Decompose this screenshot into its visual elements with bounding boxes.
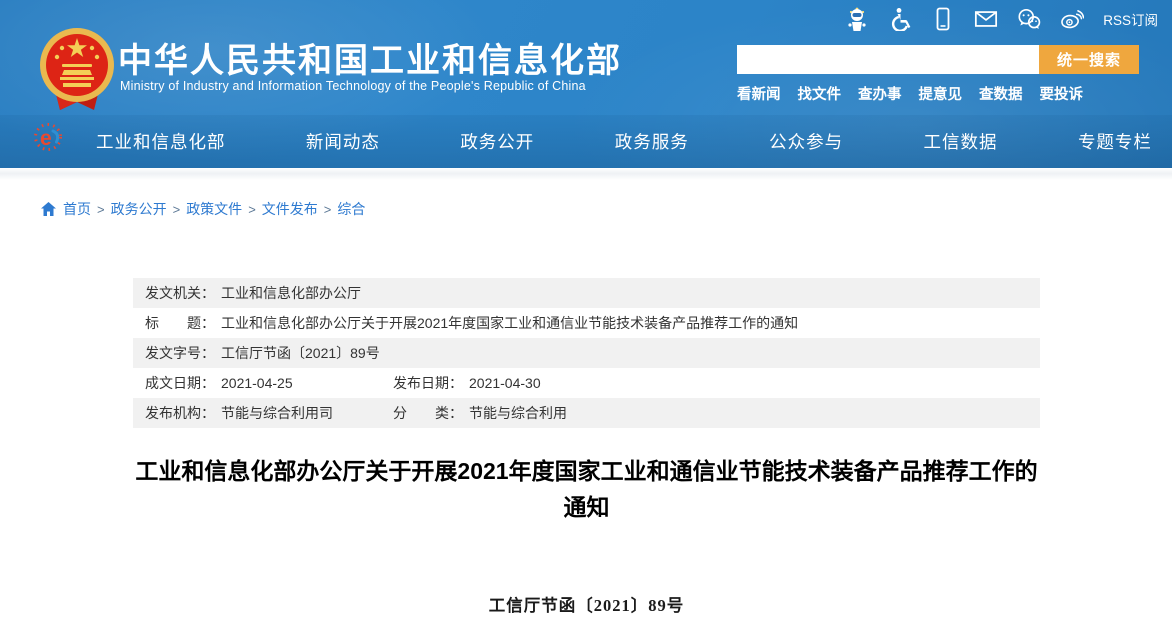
accessibility-icon[interactable] xyxy=(888,7,912,31)
search-input[interactable] xyxy=(737,45,1039,74)
home-icon xyxy=(41,202,56,216)
breadcrumb-gov-affairs[interactable]: 政务公开 xyxy=(111,199,167,219)
breadcrumb-general[interactable]: 综合 xyxy=(337,199,365,219)
gov-e-logo-icon: e xyxy=(32,121,65,154)
meta-row-doc-number: 发文字号： 工信厅节函〔2021〕89号 xyxy=(133,338,1040,368)
wechat-icon[interactable] xyxy=(1017,7,1041,31)
nav-item-miit[interactable]: 工业和信息化部 xyxy=(96,129,226,154)
mobile-icon[interactable] xyxy=(931,7,955,31)
mail-icon[interactable] xyxy=(974,7,998,31)
national-emblem-icon xyxy=(38,26,116,114)
quick-link-news[interactable]: 看新闻 xyxy=(737,83,781,104)
breadcrumb-file-release[interactable]: 文件发布 xyxy=(262,199,318,219)
meta-row-publisher: 发布机构： 节能与综合利用司 分 类： 节能与综合利用 xyxy=(133,398,1040,428)
site-subtitle: Ministry of Industry and Information Tec… xyxy=(120,79,586,93)
meta-row-title: 标 题： 工业和信息化部办公厅关于开展2021年度国家工业和通信业节能技术装备产品… xyxy=(133,308,1040,338)
breadcrumb-separator: > xyxy=(172,201,181,217)
breadcrumb-separator: > xyxy=(323,201,332,217)
meta-row-dates: 成文日期： 2021-04-25 发布日期： 2021-04-30 xyxy=(133,368,1040,398)
breadcrumb-separator: > xyxy=(248,201,256,217)
nav-item-gov-services[interactable]: 政务服务 xyxy=(615,129,689,154)
page: 中华人民共和国工业和信息化部 Ministry of Industry and … xyxy=(0,0,1172,630)
nav-item-participation[interactable]: 公众参与 xyxy=(769,129,843,154)
meta-value: 2021-04-25 xyxy=(221,375,293,391)
breadcrumb-separator: > xyxy=(97,201,105,217)
svg-text:e: e xyxy=(40,127,52,150)
breadcrumb-policy-files[interactable]: 政策文件 xyxy=(186,199,242,219)
quick-link-files[interactable]: 找文件 xyxy=(798,83,842,104)
meta-row-issuing-office: 发文机关： 工业和信息化部办公厅 xyxy=(133,278,1040,308)
search-button[interactable]: 统一搜索 xyxy=(1039,45,1139,74)
meta-label: 标 题： xyxy=(145,315,215,331)
quick-link-complaint[interactable]: 要投诉 xyxy=(1040,83,1084,104)
meta-value: 2021-04-30 xyxy=(469,375,541,391)
meta-value: 节能与综合利用司 xyxy=(221,405,333,421)
meta-label: 分 类： xyxy=(393,405,463,421)
nav-item-gov-affairs[interactable]: 政务公开 xyxy=(460,129,534,154)
quick-link-data[interactable]: 查数据 xyxy=(979,83,1023,104)
meta-value: 工业和信息化部办公厅关于开展2021年度国家工业和通信业节能技术装备产品推荐工作… xyxy=(221,315,799,331)
header-shadow xyxy=(0,168,1172,180)
breadcrumb-home[interactable]: 首页 xyxy=(63,199,91,219)
meta-value: 工信厅节函〔2021〕89号 xyxy=(221,345,380,361)
main-nav: 工业和信息化部 新闻动态 政务公开 政务服务 公众参与 工信数据 专题专栏 xyxy=(96,115,1152,168)
meta-label: 发布日期： xyxy=(393,375,463,391)
document-number: 工信厅节函〔2021〕89号 xyxy=(488,596,685,615)
document-meta-table: 发文机关： 工业和信息化部办公厅 标 题： 工业和信息化部办公厅关于开展2021年度… xyxy=(133,278,1040,428)
document-title: 工业和信息化部办公厅关于开展2021年度国家工业和通信业节能技术装备产品推荐工作… xyxy=(135,458,1038,520)
site-title: 中华人民共和国工业和信息化部 xyxy=(118,42,622,80)
search-bar: 统一搜索 xyxy=(737,45,1139,74)
robot-assistant-icon[interactable] xyxy=(845,7,869,31)
meta-label: 发布机构： xyxy=(145,405,215,421)
meta-value: 工业和信息化部办公厅 xyxy=(221,285,361,301)
rss-subscribe-link[interactable]: RSS订阅 xyxy=(1103,9,1158,29)
top-icon-bar: RSS订阅 xyxy=(845,5,1158,33)
nav-item-news[interactable]: 新闻动态 xyxy=(306,129,380,154)
meta-label: 成文日期： xyxy=(145,375,215,391)
weibo-icon[interactable] xyxy=(1060,7,1085,31)
quick-link-services[interactable]: 查办事 xyxy=(858,83,902,104)
quick-link-feedback[interactable]: 提意见 xyxy=(919,83,963,104)
site-header: 中华人民共和国工业和信息化部 Ministry of Industry and … xyxy=(0,0,1172,168)
breadcrumb: 首页 > 政务公开 > 政策文件 > 文件发布 > 综合 xyxy=(40,199,365,219)
meta-label: 发文机关： xyxy=(145,285,215,301)
nav-item-topics[interactable]: 专题专栏 xyxy=(1078,129,1152,154)
quick-links: 看新闻 找文件 查办事 提意见 查数据 要投诉 xyxy=(737,83,1083,104)
meta-value: 节能与综合利用 xyxy=(469,405,567,421)
meta-label: 发文字号： xyxy=(145,345,215,361)
nav-item-data[interactable]: 工信数据 xyxy=(924,129,998,154)
